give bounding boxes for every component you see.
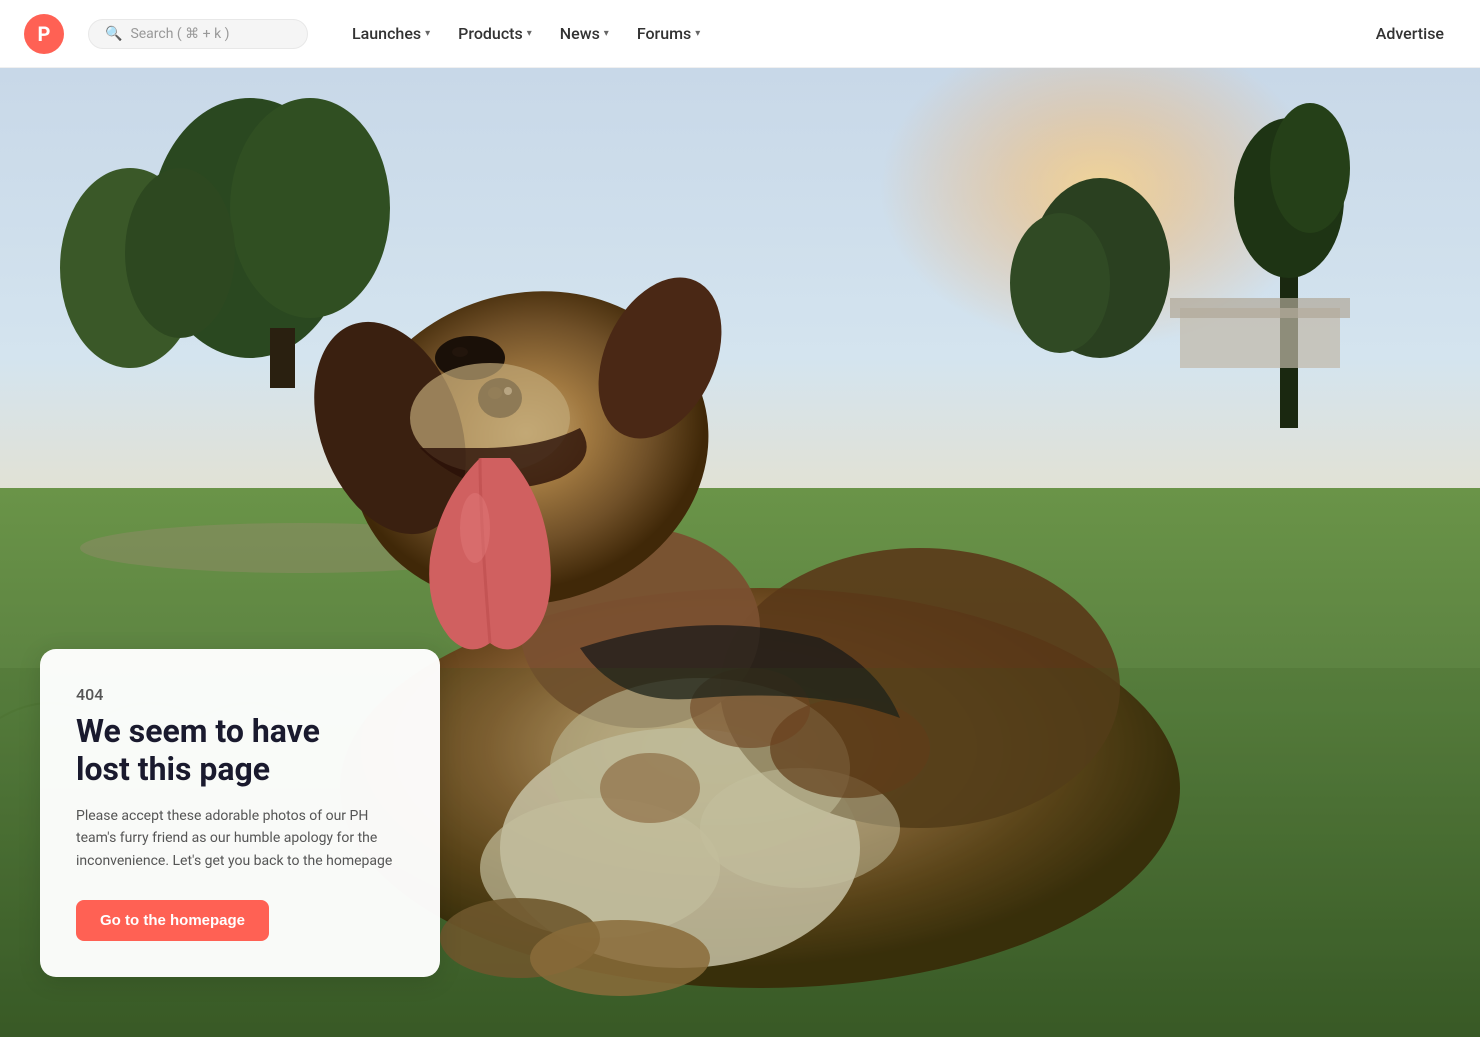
error-code: 404 <box>76 685 404 704</box>
chevron-down-icon: ▾ <box>695 28 700 39</box>
logo-circle: P <box>24 14 64 54</box>
nav-item-products[interactable]: Products ▾ <box>446 16 544 51</box>
search-bar[interactable]: 🔍 Search ( ⌘ + k ) <box>88 19 308 49</box>
error-card: 404 We seem to have lost this page Pleas… <box>40 649 440 977</box>
chevron-down-icon: ▾ <box>604 28 609 39</box>
nav-item-news[interactable]: News ▾ <box>548 16 621 51</box>
logo[interactable]: P <box>24 14 64 54</box>
error-description: Please accept these adorable photos of o… <box>76 805 404 872</box>
search-icon: 🔍 <box>105 26 122 42</box>
chevron-down-icon: ▾ <box>425 28 430 39</box>
nav-links: Launches ▾ Products ▾ News ▾ Forums ▾ Ad… <box>340 16 1456 51</box>
go-to-homepage-button[interactable]: Go to the homepage <box>76 900 269 941</box>
nav-item-forums[interactable]: Forums ▾ <box>625 16 712 51</box>
search-placeholder: Search ( ⌘ + k ) <box>130 26 229 42</box>
nav-item-launches[interactable]: Launches ▾ <box>340 16 442 51</box>
chevron-down-icon: ▾ <box>527 28 532 39</box>
nav-item-advertise[interactable]: Advertise <box>1364 16 1456 51</box>
error-title: We seem to have lost this page <box>76 712 404 789</box>
navbar: P 🔍 Search ( ⌘ + k ) Launches ▾ Products… <box>0 0 1480 68</box>
